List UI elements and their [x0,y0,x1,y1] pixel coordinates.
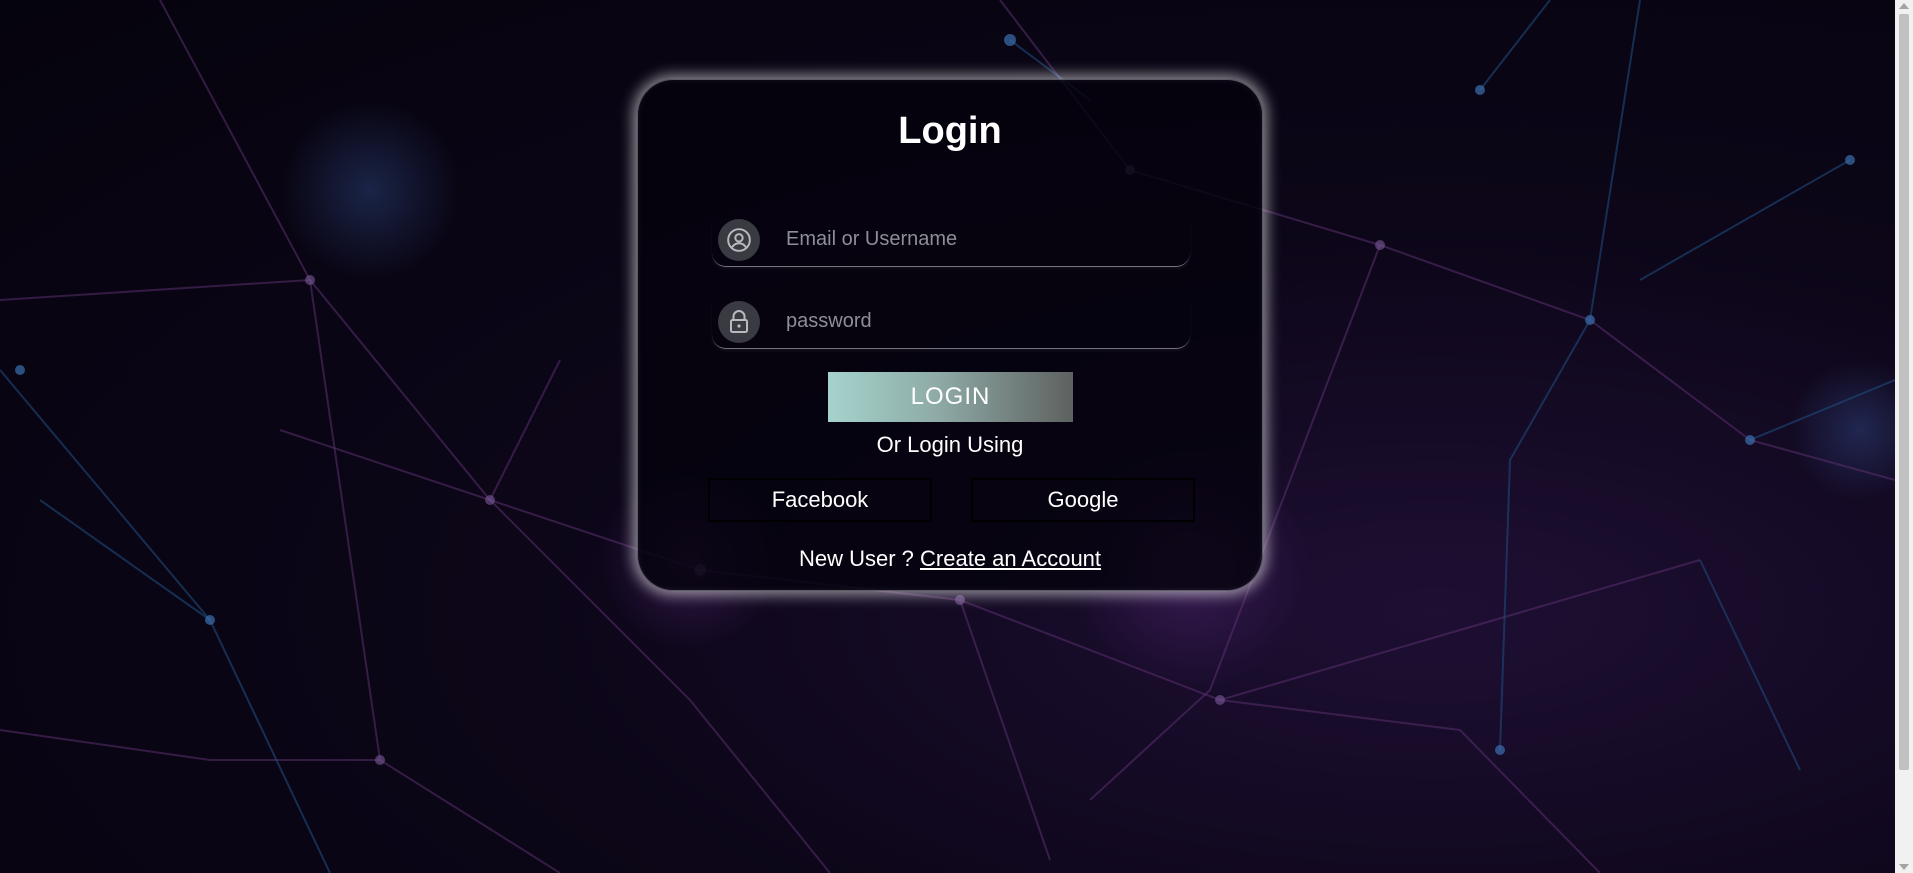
login-title: Login [898,110,1002,152]
email-field-group [712,210,1190,267]
scroll-up-arrow-icon[interactable] [1899,3,1909,9]
password-input[interactable] [786,300,1176,342]
signup-prompt: New User ? Create an Account [638,546,1262,572]
scroll-down-arrow-icon[interactable] [1899,864,1909,870]
login-card: Login LOGIN Or Login Usi [637,79,1263,591]
login-button[interactable]: LOGIN [828,372,1073,422]
or-login-using-text: Or Login Using [876,432,1024,457]
facebook-login-button[interactable]: Facebook [708,478,932,522]
password-field-group [712,292,1190,349]
new-user-text: New User ? [798,546,914,571]
create-account-link[interactable]: Create an Account [920,546,1101,571]
page-background: Login LOGIN Or Login Usi [0,0,1913,873]
google-login-button[interactable]: Google [971,478,1195,522]
user-circle-icon [718,219,760,261]
email-input[interactable] [786,218,1176,260]
scrollbar-thumb[interactable] [1899,14,1909,770]
vertical-scrollbar[interactable] [1895,0,1913,873]
lock-icon [718,301,760,343]
